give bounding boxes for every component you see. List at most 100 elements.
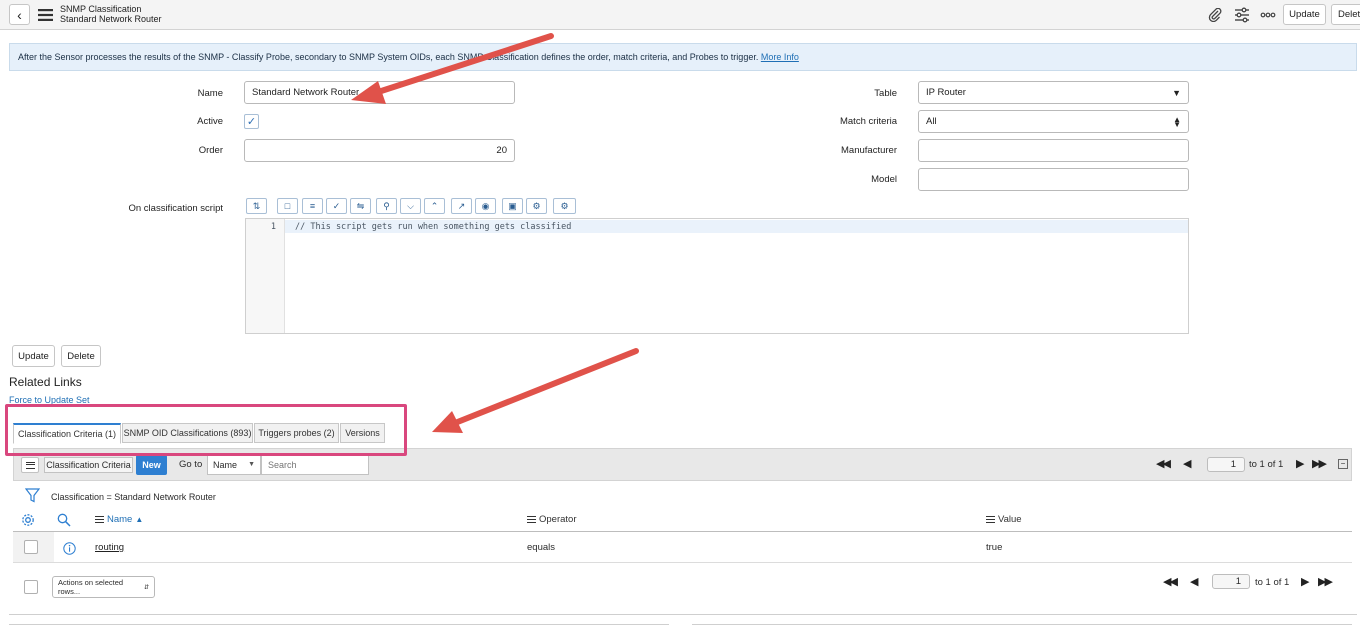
list-search-input[interactable]: [261, 454, 369, 475]
script-code: // This script gets run when something g…: [295, 222, 572, 232]
new-button[interactable]: New: [136, 455, 167, 475]
column-header-name[interactable]: Name ▲: [95, 514, 143, 525]
related-links-heading: Related Links: [9, 375, 82, 389]
page-number-input[interactable]: 1: [1207, 457, 1245, 472]
model-label: Model: [871, 174, 897, 185]
script-editor[interactable]: 1 // This script gets run when something…: [245, 218, 1189, 334]
update-button[interactable]: Update: [12, 345, 55, 367]
more-options-icon[interactable]: [1259, 9, 1277, 21]
collapse-icon[interactable]: −: [1338, 459, 1348, 469]
help-icon[interactable]: ◉: [475, 198, 496, 214]
chevron-left-icon: ‹: [17, 6, 22, 23]
hamburger-menu-icon[interactable]: [37, 8, 53, 21]
footer-prev-page-icon[interactable]: ◀: [1190, 575, 1199, 588]
list-menu-button[interactable]: [21, 457, 39, 473]
row-name-link[interactable]: routing: [95, 542, 124, 553]
filter-breadcrumb: Classification = Standard Network Router: [51, 492, 216, 502]
column-menu-icon: [527, 516, 536, 523]
active-checkbox[interactable]: ✓: [244, 114, 259, 129]
header-delete-button[interactable]: Delete: [1331, 4, 1360, 25]
footer-page-count-text: to 1 of 1: [1255, 577, 1290, 588]
first-page-icon[interactable]: ◀◀: [1156, 457, 1171, 470]
table-select[interactable]: IP Router ▼: [918, 81, 1189, 104]
footer-last-page-icon[interactable]: ▶▶: [1318, 575, 1333, 588]
page-bottom-rule: [9, 624, 669, 625]
header-update-button[interactable]: Update: [1283, 4, 1326, 25]
row-divider: [13, 562, 1352, 563]
header-divider: [13, 531, 1352, 532]
order-value: 20: [496, 145, 507, 156]
script-label: On classification script: [128, 203, 223, 214]
column-operator-label: Operator: [539, 514, 577, 525]
match-criteria-select[interactable]: All ▲ ▼: [918, 110, 1189, 133]
info-text: After the Sensor processes the results o…: [18, 52, 759, 62]
name-value: Standard Network Router: [252, 87, 360, 98]
footer-next-page-icon[interactable]: ▶: [1301, 575, 1310, 588]
list-title: Classification Criteria: [44, 457, 133, 473]
script-settings-icon[interactable]: ⚙: [553, 198, 576, 214]
filter-icon[interactable]: [24, 487, 40, 503]
annotation-highlight-box: [5, 404, 407, 456]
format-code-icon[interactable]: ≡: [302, 198, 323, 214]
updown-caret-icon: ▲ ▼: [1173, 114, 1181, 129]
last-page-icon[interactable]: ▶▶: [1312, 457, 1327, 470]
list-search-icon[interactable]: [56, 512, 72, 527]
caret-down-icon: ▼: [1172, 87, 1181, 98]
goto-label: Go to: [179, 459, 203, 470]
info-icon[interactable]: [62, 541, 76, 555]
row-checkbox[interactable]: [24, 540, 38, 554]
fullscreen-icon[interactable]: ↗: [451, 198, 472, 214]
match-criteria-label: Match criteria: [839, 116, 897, 127]
toggle-syntax-icon[interactable]: ⇅: [246, 198, 267, 214]
prev-page-icon[interactable]: ◀: [1183, 457, 1192, 470]
updown-caret-icon: ⇵: [143, 584, 149, 591]
column-header-value[interactable]: Value: [986, 514, 1022, 525]
order-label: Order: [198, 145, 223, 156]
footer-page-number-input[interactable]: 1: [1212, 574, 1250, 589]
replace-icon[interactable]: ⇋: [350, 198, 371, 214]
actions-select-value: Actions on selected rows...: [58, 578, 124, 596]
save-icon[interactable]: ▣: [502, 198, 523, 214]
order-field[interactable]: 20: [244, 139, 515, 162]
caret-down-icon: ▼: [248, 461, 255, 468]
name-label: Name: [197, 88, 223, 99]
table-label: Table: [874, 88, 897, 99]
list-settings-gear-icon[interactable]: [20, 512, 35, 527]
syntax-check-icon[interactable]: ✓: [326, 198, 347, 214]
goto-field-select[interactable]: Name ▼: [207, 454, 261, 475]
more-info-link[interactable]: More Info: [761, 52, 799, 62]
list-bottom-border: [9, 614, 1357, 615]
page-bottom-rule: [692, 624, 1352, 625]
next-page-icon[interactable]: ▶: [1296, 457, 1305, 470]
delete-button[interactable]: Delete: [61, 345, 101, 367]
actions-select[interactable]: Actions on selected rows... ⇵: [52, 576, 155, 598]
record-title-block: SNMP Classification Standard Network Rou…: [60, 4, 162, 24]
active-label: Active: [197, 116, 223, 127]
line-number: 1: [270, 222, 276, 232]
column-menu-icon: [986, 516, 995, 523]
chevron-down-icon[interactable]: ⌵: [400, 198, 421, 214]
manufacturer-field[interactable]: [918, 139, 1189, 162]
editor-gutter: 1: [246, 219, 285, 333]
footer-first-page-icon[interactable]: ◀◀: [1163, 575, 1178, 588]
sort-ascending-icon: ▲: [135, 515, 144, 524]
column-menu-icon: [95, 516, 104, 523]
script-debug-icon[interactable]: ⚙: [526, 198, 547, 214]
page-number-value: 1: [1230, 459, 1236, 470]
form-subtitle: Standard Network Router: [60, 14, 162, 24]
model-field[interactable]: [918, 168, 1189, 191]
column-value-label: Value: [998, 514, 1022, 525]
search-code-icon[interactable]: ⚲: [376, 198, 397, 214]
checkmark-icon: ✓: [246, 116, 257, 128]
paperclip-icon[interactable]: [1207, 7, 1223, 23]
name-field[interactable]: Standard Network Router: [244, 81, 515, 104]
back-button[interactable]: ‹: [9, 4, 30, 25]
manufacturer-label: Manufacturer: [841, 145, 897, 156]
settings-sliders-icon[interactable]: [1233, 6, 1251, 24]
column-header-operator[interactable]: Operator: [527, 514, 577, 525]
select-all-checkbox[interactable]: [24, 580, 38, 594]
comment-icon[interactable]: □: [277, 198, 298, 214]
footer-page-number-value: 1: [1235, 576, 1241, 587]
column-name-label: Name: [107, 514, 133, 525]
chevron-up-icon[interactable]: ⌃: [424, 198, 445, 214]
